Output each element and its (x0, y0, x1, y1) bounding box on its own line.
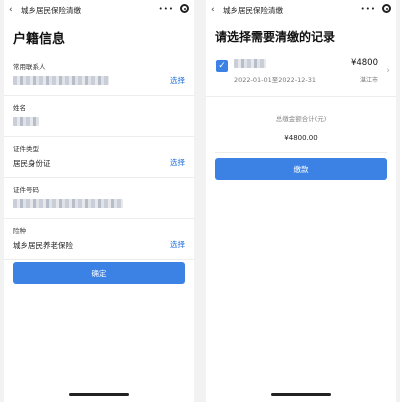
nav-bar: ‹ 城乡居民保险清缴 ••• (206, 0, 396, 20)
home-indicator (271, 393, 331, 396)
field-id-number: 证件号码 (4, 178, 194, 219)
total-label: 总缴金额合计(元) (275, 115, 327, 123)
field-label: 证件号码 (13, 186, 39, 194)
record-period: 2022-01-01至2022-12-31 (234, 76, 317, 84)
field-value-redacted (13, 76, 185, 86)
back-arrow-icon[interactable]: ‹ (9, 5, 19, 15)
page-title: 请选择需要清缴的记录 (215, 30, 336, 44)
field-name: 姓名 (4, 96, 194, 137)
home-indicator (69, 393, 129, 396)
field-label: 常用联系人 (13, 63, 46, 71)
select-insurance-link[interactable]: 选择 (170, 239, 185, 250)
field-contact[interactable]: 常用联系人 选择 (4, 55, 194, 96)
checkbox-checked-icon[interactable]: ✓ (216, 60, 228, 72)
nav-bar: ‹ 城乡居民保险清缴 ••• (4, 0, 194, 20)
right-screen: ‹ 城乡居民保险清缴 ••• 请选择需要清缴的记录 ✓ 2022-01-01至2… (206, 0, 396, 402)
field-id-type[interactable]: 证件类型 居民身份证 选择 (4, 137, 194, 178)
screenshot-stage: ‹ 城乡居民保险清缴 ••• 户籍信息 常用联系人 选择 姓名 证件类型 居民身… (0, 0, 400, 402)
field-value-redacted (13, 199, 185, 209)
close-ring-icon[interactable] (180, 4, 189, 13)
divider (215, 152, 387, 153)
more-icon[interactable]: ••• (159, 5, 174, 13)
more-icon[interactable]: ••• (361, 5, 376, 13)
field-insurance-type[interactable]: 险种 城乡居民养老保险 选择 (4, 219, 194, 260)
field-label: 证件类型 (13, 145, 39, 153)
confirm-button[interactable]: 确定 (13, 262, 185, 284)
payment-record-row[interactable]: ✓ 2022-01-01至2022-12-31 ¥4800 湛江市 › (206, 53, 396, 97)
select-contact-link[interactable]: 选择 (170, 75, 185, 86)
record-name-redacted (234, 59, 266, 68)
field-value: 居民身份证 (13, 159, 51, 168)
total-value: ¥4800.00 (284, 134, 318, 142)
mini-program-capsule: ••• (361, 4, 391, 13)
field-value-redacted (13, 117, 185, 127)
back-arrow-icon[interactable]: ‹ (211, 5, 221, 15)
select-id-type-link[interactable]: 选择 (170, 157, 185, 168)
nav-title: 城乡居民保险清缴 (21, 5, 81, 15)
page-title: 户籍信息 (13, 32, 66, 47)
close-ring-icon[interactable] (382, 4, 391, 13)
left-screen: ‹ 城乡居民保险清缴 ••• 户籍信息 常用联系人 选择 姓名 证件类型 居民身… (4, 0, 194, 402)
nav-title: 城乡居民保险清缴 (223, 5, 283, 15)
record-amount: ¥4800 (350, 58, 378, 68)
field-label: 险种 (13, 227, 26, 235)
chevron-right-icon[interactable]: › (386, 66, 390, 76)
mini-program-capsule: ••• (159, 4, 189, 13)
pay-button[interactable]: 缴款 (215, 158, 387, 180)
record-city: 湛江市 (359, 77, 378, 84)
field-value: 城乡居民养老保险 (13, 241, 73, 250)
field-label: 姓名 (13, 104, 26, 112)
